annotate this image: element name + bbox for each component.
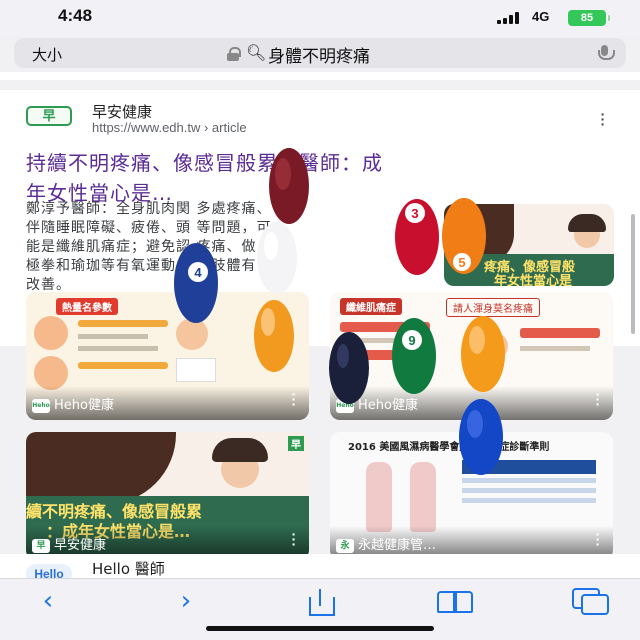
source-logo: 永 — [336, 539, 354, 553]
image-result[interactable]: 早 續不明疼痛、像感冒般累 ：成年女性當心是… 早 早安健康 ··· — [26, 432, 309, 560]
back-icon[interactable]: ‹ — [26, 585, 70, 617]
mic-icon[interactable] — [598, 45, 615, 62]
forward-icon[interactable]: › — [164, 585, 208, 617]
image-subtitle: 請人渾身莫名疼痛 — [446, 298, 540, 317]
next-result-card[interactable]: Hello Hello 醫師 — [0, 554, 640, 578]
result-thumbnail[interactable]: 疼痛、像感冒般 年女性當心是 — [444, 204, 614, 286]
source-logo: Heho — [336, 399, 354, 413]
tabs-icon[interactable] — [572, 588, 610, 615]
chart-title: 2016 美國風濕病醫學會纖維肌痛症診斷準則 — [348, 442, 550, 453]
source-logo: Heho — [32, 399, 50, 413]
image-results: 熱量名參數 Heho Heho健康 · · · 纖維肌痛症 請人渾身莫名疼痛 H… — [0, 282, 640, 560]
scrollbar[interactable] — [631, 214, 635, 334]
site-name[interactable]: Hello 醫師 — [92, 558, 165, 578]
site-favicon: 早 — [26, 106, 72, 126]
more-options-icon[interactable]: · · · — [291, 387, 297, 411]
share-icon[interactable] — [305, 589, 335, 616]
more-options-icon[interactable]: · · · — [600, 107, 606, 131]
more-options-icon[interactable]: · · · — [291, 527, 297, 551]
status-bar: 4:48 4G 85 — [0, 0, 640, 36]
battery-icon: 85 — [568, 10, 610, 26]
image-result[interactable]: 纖維肌痛症 請人渾身莫名疼痛 Heho Heho健康 · · · — [330, 292, 613, 420]
image-result[interactable]: 熱量名參數 Heho Heho健康 · · · — [26, 292, 309, 420]
snippet-line: 伴隨睡眠障礙、疲倦、頭 等問題，可 — [26, 220, 272, 236]
snippet-line: 能是纖維肌痛症；避免認 疼痛、做 — [26, 239, 257, 255]
image-banner: 纖維肌痛症 — [340, 298, 402, 315]
clock: 4:48 — [58, 6, 93, 25]
image-result[interactable]: 2016 美國風濕病醫學會纖維肌痛症診斷準則 永 永越健康管… · · · — [330, 432, 613, 560]
more-options-icon[interactable]: · · · — [595, 387, 601, 411]
home-indicator[interactable] — [206, 626, 434, 631]
result-title-link[interactable]: 持續不明疼痛、像感冒般累！醫師：成 年女性當心是… — [26, 148, 596, 208]
site-name[interactable]: 早安健康 — [92, 101, 152, 122]
more-options-icon[interactable]: · · · — [595, 527, 601, 551]
text-size-button[interactable]: 大小 — [32, 44, 62, 65]
network-type: 4G — [532, 9, 550, 24]
address-field[interactable]: 身體不明疼痛 — [268, 42, 370, 67]
result-title-line: 持續不明疼痛、像感冒般累！醫師：成 — [26, 151, 383, 175]
results-area[interactable]: 早 早安健康 https://www.edh.tw › article · · · … — [0, 72, 640, 578]
image-banner: 熱量名參數 — [56, 298, 118, 315]
snippet-line: 鄭淳予醫師：全身肌肉関 多處疼痛、 — [26, 201, 272, 217]
search-icon: 🔍︎ — [246, 43, 267, 62]
result-snippet: 鄭淳予醫師：全身肌肉関 多處疼痛、 伴隨睡眠障礙、疲倦、頭 等問題，可 能是纖維… — [26, 200, 426, 295]
image-source[interactable]: Heho健康 — [54, 394, 114, 413]
image-source[interactable]: 早安健康 — [54, 534, 106, 553]
address-bar[interactable]: 大小 🔍︎ 身體不明疼痛 — [14, 38, 626, 68]
image-source[interactable]: Heho健康 — [358, 394, 418, 413]
lock-icon — [227, 47, 241, 61]
previous-result-edge — [0, 72, 640, 80]
site-favicon: Hello — [26, 564, 72, 578]
image-source[interactable]: 永越健康管… — [358, 534, 436, 553]
site-url[interactable]: https://www.edh.tw › article — [92, 120, 247, 135]
bookmarks-icon[interactable] — [437, 591, 473, 613]
snippet-line: 極拳和瑜珈等有氧運動 伸展肢體有 — [26, 258, 257, 274]
signal-icon — [497, 12, 523, 24]
source-logo: 早 — [32, 539, 50, 553]
